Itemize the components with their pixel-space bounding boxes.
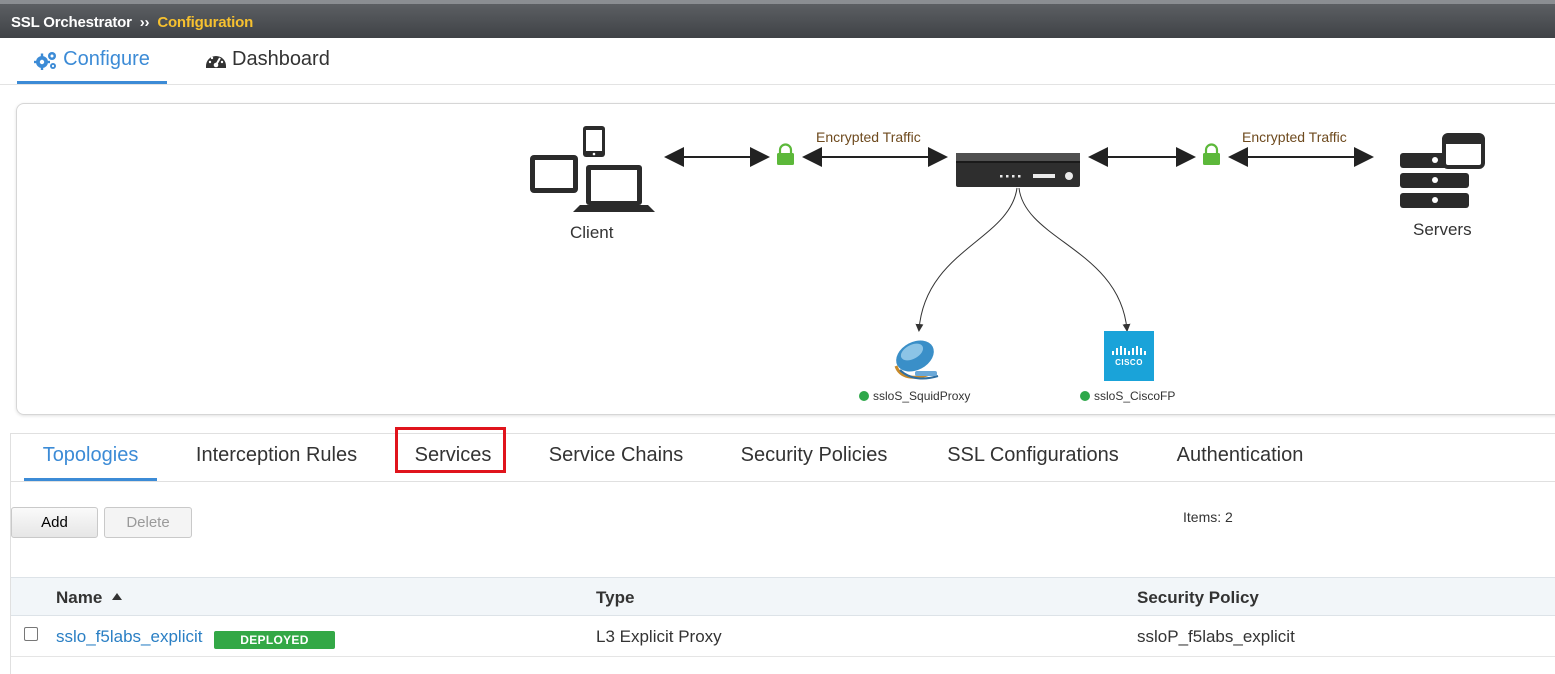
connector-cisco: [1018, 187, 1131, 332]
row-checkbox[interactable]: [24, 627, 38, 641]
column-security-policy-header: Security Policy: [1137, 588, 1259, 607]
add-button[interactable]: Add: [11, 507, 98, 538]
tab-security-policies-label: Security Policies: [740, 444, 888, 466]
table-row: sslo_f5labs_explicit DEPLOYED L3 Explici…: [11, 617, 1555, 657]
tab-authentication[interactable]: Authentication: [1160, 433, 1320, 478]
tab-authentication-label: Authentication: [1176, 444, 1304, 466]
service-ciscofp[interactable]: ssloS_CiscoFP: [1080, 389, 1175, 403]
topology-diagram: [530, 126, 1485, 381]
sub-tabs: Topologies Interception Rules Services S…: [10, 433, 1555, 482]
column-name-label: Name: [56, 588, 103, 607]
tab-topologies-label: Topologies: [42, 444, 139, 466]
delete-button[interactable]: Delete: [104, 507, 192, 538]
sslo-appliance-icon[interactable]: [956, 153, 1080, 187]
items-count: Items: 2: [1183, 509, 1233, 525]
topology-security-policy: ssloP_f5labs_explicit: [1137, 627, 1295, 646]
cisco-logo-icon[interactable]: [1104, 331, 1154, 381]
tab-interception-rules[interactable]: Interception Rules: [178, 433, 375, 478]
tab-ssl-configurations-label: SSL Configurations: [947, 444, 1119, 466]
tab-topologies[interactable]: Topologies: [24, 433, 157, 481]
tab-service-chains[interactable]: Service Chains: [526, 433, 706, 478]
lock-icon-left: [777, 143, 794, 165]
servers-label: Servers: [1413, 220, 1472, 239]
connector-squid: [915, 187, 1018, 332]
cisco-logo-text: CISCO: [1115, 358, 1143, 367]
client-devices-icon: [530, 126, 655, 212]
status-dot-icon: [1080, 391, 1090, 401]
sort-ascending-icon: [112, 593, 123, 601]
service-squidproxy-label: ssloS_SquidProxy: [873, 389, 971, 403]
lock-icon-right: [1203, 143, 1220, 165]
table-header: Name Type Security Policy: [11, 577, 1555, 616]
status-dot-icon: [859, 391, 869, 401]
topology-name-link[interactable]: sslo_f5labs_explicit: [56, 627, 202, 647]
squid-icon[interactable]: [891, 334, 939, 380]
service-squidproxy[interactable]: ssloS_SquidProxy: [859, 389, 970, 403]
topology-type: L3 Explicit Proxy: [596, 627, 722, 646]
column-type-header: Type: [596, 588, 635, 607]
tab-security-policies[interactable]: Security Policies: [722, 433, 906, 478]
tab-ssl-configurations[interactable]: SSL Configurations: [928, 433, 1138, 478]
status-badge: DEPLOYED: [214, 631, 335, 649]
tab-service-chains-label: Service Chains: [548, 444, 684, 466]
column-name-header[interactable]: Name: [56, 588, 123, 608]
service-ciscofp-label: ssloS_CiscoFP: [1094, 389, 1176, 403]
tab-interception-rules-label: Interception Rules: [195, 444, 358, 466]
services-tab-highlight: [395, 427, 506, 473]
encrypted-traffic-label-right: Encrypted Traffic: [1242, 129, 1347, 145]
encrypted-traffic-label-left: Encrypted Traffic: [816, 129, 921, 145]
client-label: Client: [570, 223, 614, 242]
servers-icon: [1400, 133, 1485, 208]
